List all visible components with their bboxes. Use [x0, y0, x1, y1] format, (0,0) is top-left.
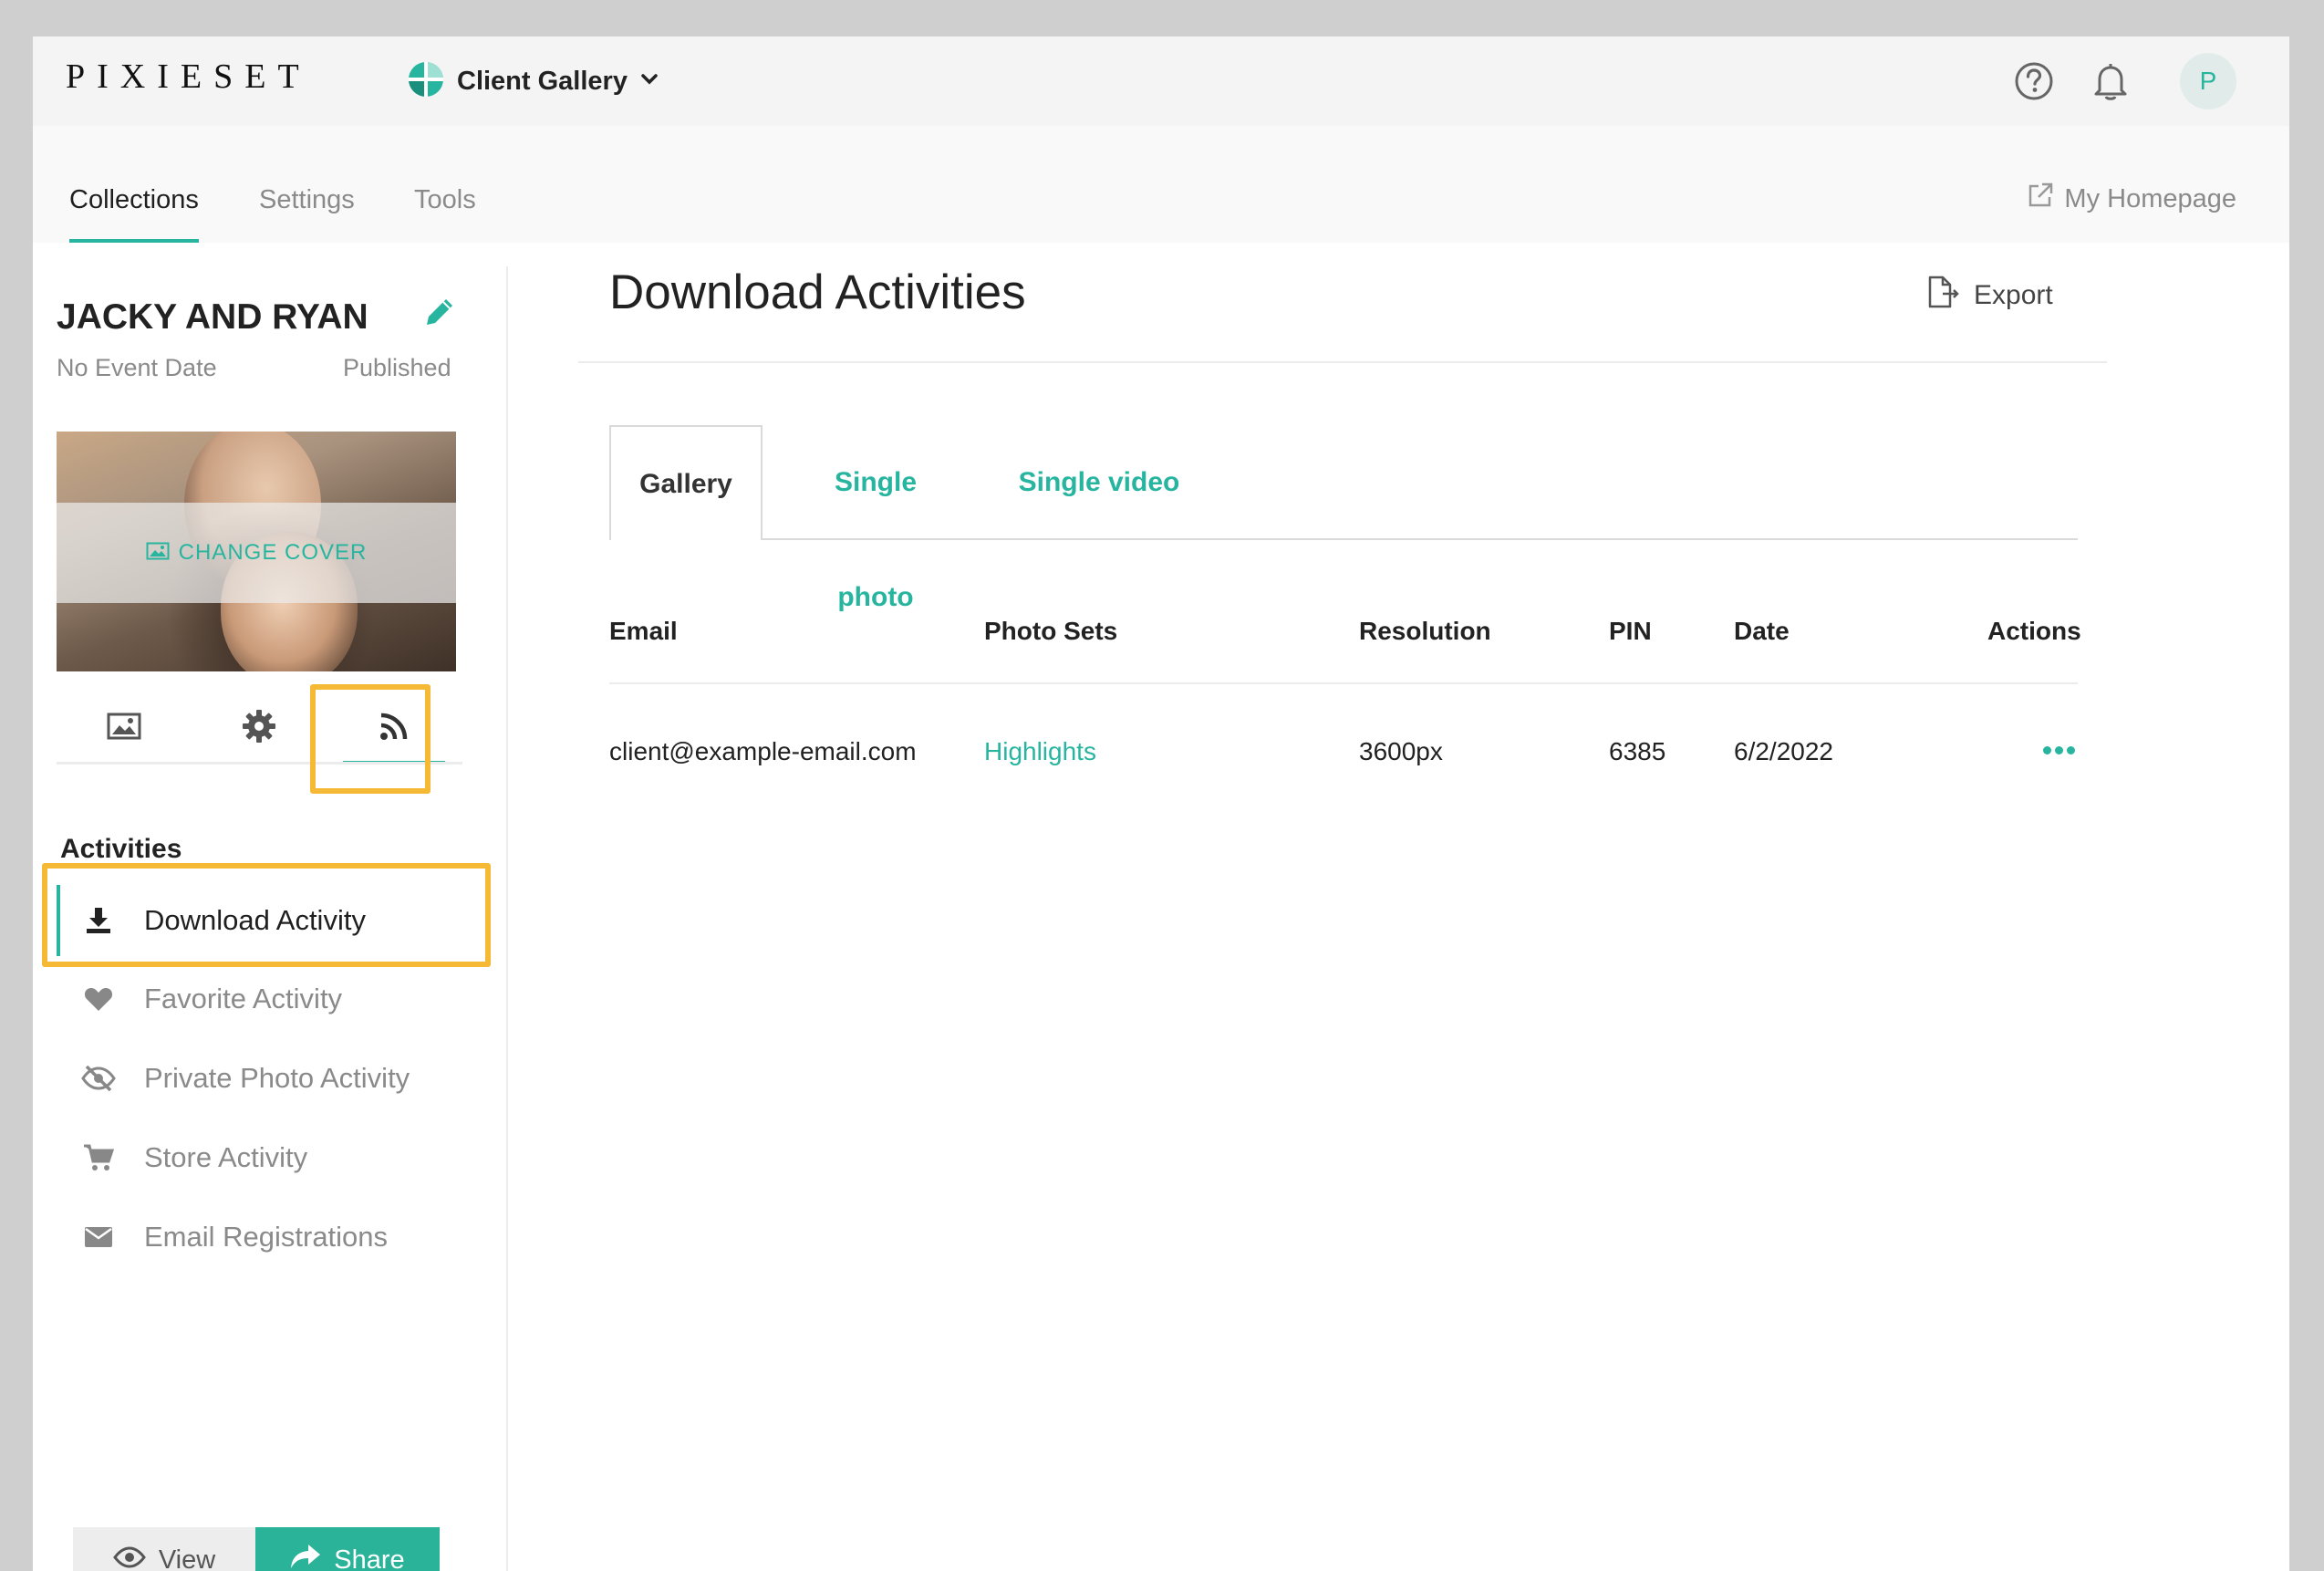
change-cover-label: CHANGE COVER — [178, 540, 368, 565]
activities-heading: Activities — [60, 834, 182, 864]
sidebar-divider — [506, 266, 508, 1571]
nav-tab-collections[interactable]: Collections — [69, 126, 199, 243]
change-cover-button[interactable]: CHANGE COVER — [57, 503, 456, 603]
envelope-icon — [75, 1225, 122, 1249]
cell-date: 6/2/2022 — [1734, 737, 1833, 765]
tab-settings[interactable] — [192, 692, 327, 765]
bell-icon[interactable] — [2085, 56, 2136, 107]
view-label: View — [158, 1545, 216, 1571]
tab-photos[interactable] — [57, 692, 192, 765]
product-switcher[interactable]: Client Gallery — [408, 58, 659, 104]
event-date: No Event Date — [57, 354, 217, 381]
eye-slash-icon — [75, 1065, 122, 1092]
my-homepage-link[interactable]: My Homepage — [2026, 181, 2236, 217]
cell-pin: 6385 — [1609, 737, 1666, 765]
title-divider — [578, 361, 2107, 363]
cover-photo: CHANGE COVER — [57, 432, 456, 671]
pixieset-logo[interactable]: PIXIESET — [66, 57, 311, 97]
column-header-date[interactable]: Date — [1734, 617, 1790, 646]
share-label: Share — [334, 1545, 405, 1571]
publish-status: Published — [343, 354, 451, 381]
nav-tab-settings[interactable]: Settings — [259, 126, 355, 243]
nav-tab-tools[interactable]: Tools — [414, 126, 476, 243]
chevron-down-icon — [640, 73, 659, 90]
sidebar-item-store-activity[interactable]: Store Activity — [57, 1118, 480, 1197]
cell-resolution: 3600px — [1359, 737, 1443, 765]
collection-sidebar: JACKY AND RYAN No Event Date Published C… — [33, 243, 507, 1571]
gear-icon — [242, 709, 276, 748]
collection-title: JACKY AND RYAN — [57, 297, 368, 337]
sidebar-item-label: Private Photo Activity — [144, 1062, 410, 1094]
column-header-actions: Actions — [1987, 617, 2081, 645]
page-title: Download Activities — [609, 265, 1026, 319]
highlight-box — [42, 863, 491, 967]
nav-tab-label: Collections — [69, 185, 199, 214]
product-name: Client Gallery — [457, 66, 628, 96]
highlight-box — [310, 684, 431, 794]
sidebar-item-label: Store Activity — [144, 1141, 308, 1173]
app-window: PIXIESET Client Gallery P Collections Se… — [33, 36, 2289, 1571]
external-link-icon — [2026, 181, 2055, 217]
header-divider — [609, 682, 2078, 684]
cart-icon — [75, 1143, 122, 1172]
column-header-photo-sets[interactable]: Photo Sets — [984, 617, 1117, 646]
share-button[interactable]: Share — [255, 1527, 440, 1571]
tab-single-video[interactable]: Single video — [1007, 425, 1191, 540]
eye-icon — [112, 1545, 146, 1571]
activity-type-tabs: Gallery Single photo Single video — [609, 425, 2078, 612]
top-bar: PIXIESET Client Gallery P — [33, 36, 2289, 126]
help-icon[interactable] — [2008, 56, 2059, 107]
sidebar-item-email-registrations[interactable]: Email Registrations — [57, 1198, 480, 1276]
cell-email: client@example-email.com — [609, 737, 917, 765]
my-homepage-label: My Homepage — [2064, 183, 2236, 213]
heart-icon — [75, 985, 122, 1013]
export-label: Export — [1974, 280, 2053, 310]
tab-gallery[interactable]: Gallery — [609, 425, 763, 540]
export-file-icon — [1926, 276, 1961, 316]
image-icon — [107, 713, 141, 744]
row-actions-menu-icon[interactable] — [2043, 733, 2075, 766]
sidebar-item-private-photo-activity[interactable]: Private Photo Activity — [57, 1039, 480, 1118]
sidebar-item-label: Email Registrations — [144, 1221, 389, 1253]
top-icons: P — [2008, 53, 2236, 109]
edit-pencil-icon[interactable] — [421, 294, 458, 335]
view-button[interactable]: View — [73, 1527, 255, 1571]
user-avatar[interactable]: P — [2180, 53, 2236, 109]
cell-photo-sets-link[interactable]: Highlights — [984, 737, 1096, 766]
tab-single-photo[interactable]: Single photo — [794, 425, 958, 612]
main-nav: Collections Settings Tools My Homepage — [33, 126, 2289, 243]
column-header-resolution[interactable]: Resolution — [1359, 617, 1491, 646]
export-button[interactable]: Export — [1926, 276, 2053, 316]
share-arrow-icon — [290, 1543, 321, 1571]
client-gallery-logo-icon — [408, 61, 444, 102]
sidebar-item-favorite-activity[interactable]: Favorite Activity — [57, 960, 480, 1038]
sidebar-item-label: Favorite Activity — [144, 983, 343, 1014]
column-header-pin[interactable]: PIN — [1609, 617, 1652, 646]
column-header-email[interactable]: Email — [609, 617, 678, 646]
image-icon — [146, 542, 170, 565]
